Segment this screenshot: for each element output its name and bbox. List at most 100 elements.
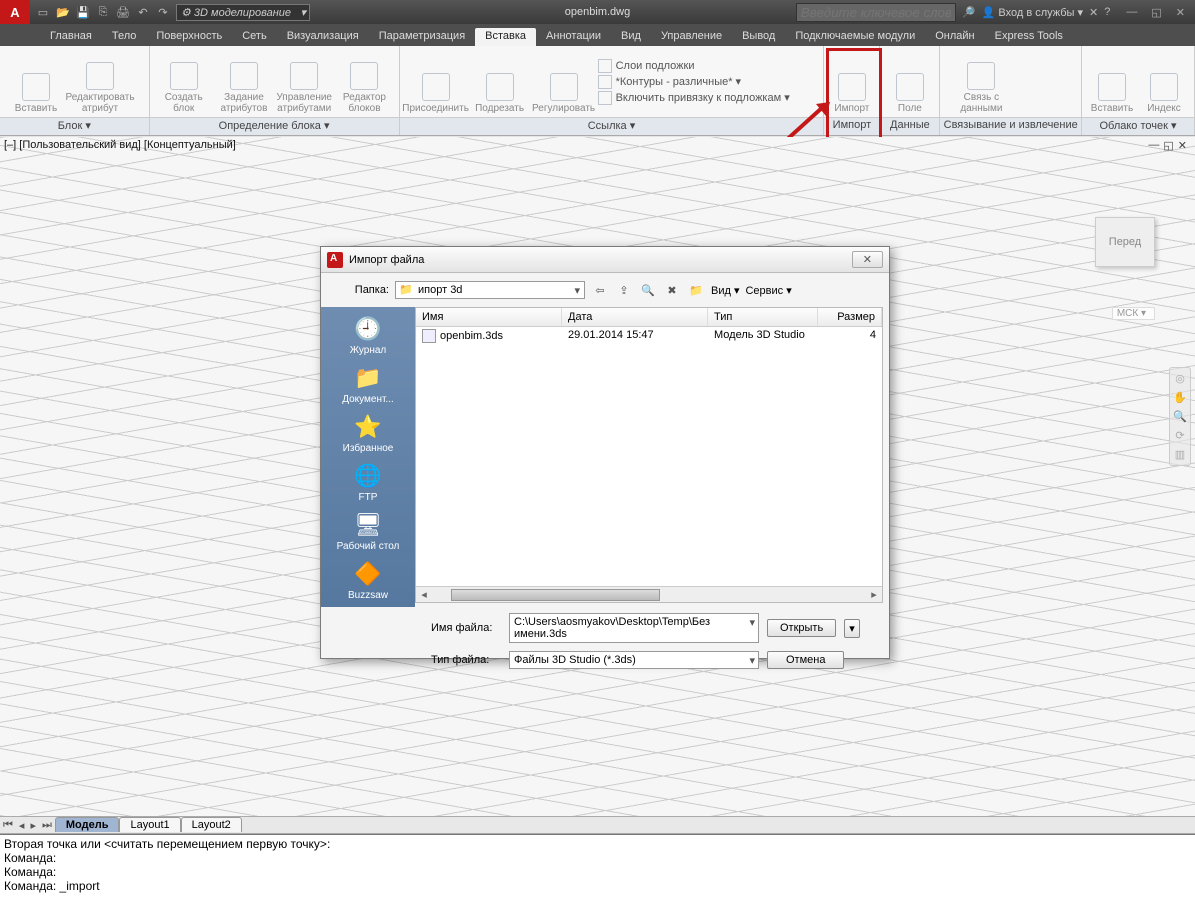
prev-tab-icon[interactable]: ◂ — [16, 819, 28, 832]
place-desktop[interactable]: 🖥Рабочий стол — [321, 509, 415, 554]
redo-icon[interactable]: ↷ — [154, 3, 172, 21]
layout-tab-2[interactable]: Layout2 — [181, 817, 242, 832]
place-favorites[interactable]: ⭐Избранное — [321, 411, 415, 456]
open-icon[interactable]: 📂 — [54, 3, 72, 21]
orbit-icon[interactable]: ⟳ — [1175, 429, 1184, 442]
back-icon[interactable]: ⇦ — [591, 281, 609, 299]
col-type[interactable]: Тип — [708, 308, 818, 326]
attach-button[interactable]: Присоединить — [406, 50, 466, 114]
panel-title-reference[interactable]: Ссылка ▾ — [400, 117, 824, 135]
manage-attr-button[interactable]: Управление атрибутами — [276, 50, 332, 114]
panel-title-import[interactable]: Импорт — [824, 117, 879, 135]
place-documents[interactable]: 📁Документ... — [321, 362, 415, 407]
tab-parametric[interactable]: Параметризация — [369, 28, 475, 46]
vp-max-icon[interactable]: ◱ — [1163, 139, 1173, 152]
adjust-button[interactable]: Регулировать — [534, 50, 594, 114]
pc-index-button[interactable]: Индекс — [1140, 50, 1188, 114]
workspace-selector[interactable]: ⚙ 3D моделирование — [176, 4, 310, 21]
infocenter-icon[interactable]: 🔎 — [962, 6, 976, 19]
data-link-button[interactable]: Связь с данными — [946, 50, 1016, 114]
col-name[interactable]: Имя — [416, 308, 562, 326]
tab-visualize[interactable]: Визуализация — [277, 28, 369, 46]
underlay-layers-button[interactable]: Слои подложки — [598, 59, 790, 73]
cancel-button[interactable]: Отмена — [767, 651, 844, 669]
save-icon[interactable]: 💾 — [74, 3, 92, 21]
command-line[interactable]: Вторая точка или <считать перемещением п… — [0, 834, 1195, 900]
delete-icon[interactable]: ✖ — [663, 281, 681, 299]
panel-title-data[interactable]: Данные — [880, 117, 939, 135]
tools-menu[interactable]: Сервис ▾ — [745, 284, 791, 297]
tab-annotate[interactable]: Аннотации — [536, 28, 611, 46]
ucs-selector[interactable]: МСК ▾ — [1112, 307, 1155, 320]
block-editor-button[interactable]: Редактор блоков — [336, 50, 392, 114]
tab-express[interactable]: Express Tools — [985, 28, 1073, 46]
print-icon[interactable]: 🖨 — [114, 3, 132, 21]
col-size[interactable]: Размер — [818, 308, 882, 326]
up-icon[interactable]: ⇪ — [615, 281, 633, 299]
folder-selector[interactable]: ипорт 3d — [395, 281, 585, 299]
zoom-icon[interactable]: 🔍 — [1173, 410, 1187, 423]
tab-home[interactable]: Главная — [40, 28, 102, 46]
tab-surface[interactable]: Поверхность — [146, 28, 232, 46]
first-tab-icon[interactable]: ⏮ — [0, 819, 16, 832]
tab-insert[interactable]: Вставка — [475, 28, 536, 46]
next-tab-icon[interactable]: ▸ — [27, 819, 39, 832]
pc-insert-button[interactable]: Вставить — [1088, 50, 1136, 114]
dialog-close-button[interactable]: ✕ — [852, 251, 883, 268]
filename-field[interactable]: C:\Users\aosmyakov\Desktop\Temp\Без имен… — [509, 613, 759, 643]
h-scrollbar[interactable]: ◂▸ — [416, 586, 882, 602]
tab-manage[interactable]: Управление — [651, 28, 732, 46]
app-menu-button[interactable]: A — [0, 0, 30, 24]
panel-title-pointcloud[interactable]: Облако точек ▾ — [1082, 117, 1194, 135]
signin-link[interactable]: 👤 Вход в службы ▾ — [982, 6, 1083, 19]
vp-min-icon[interactable]: — — [1148, 139, 1159, 152]
clip-button[interactable]: Подрезать — [470, 50, 530, 114]
edit-attribute-button[interactable]: Редактировать атрибут — [70, 50, 130, 114]
saveas-icon[interactable]: ⎘ — [94, 3, 112, 21]
exchange-icon[interactable]: ✕ — [1089, 6, 1098, 19]
place-ftp[interactable]: 🌐FTP — [321, 460, 415, 505]
viewcube[interactable]: Перед — [1095, 217, 1155, 267]
tab-mesh[interactable]: Сеть — [232, 28, 276, 46]
define-attr-button[interactable]: Задание атрибутов — [216, 50, 272, 114]
insert-block-button[interactable]: Вставить — [6, 50, 66, 114]
view-menu[interactable]: Вид ▾ — [711, 284, 739, 297]
search-web-icon[interactable]: 🔍 — [639, 281, 657, 299]
import-button[interactable]: Импорт — [830, 50, 873, 114]
close-icon[interactable]: ✕ — [1176, 6, 1185, 19]
pan-icon[interactable]: ✋ — [1173, 391, 1187, 404]
snap-underlay-button[interactable]: Включить привязку к подложкам ▾ — [598, 91, 790, 105]
new-folder-icon[interactable]: 📁 — [687, 281, 705, 299]
col-date[interactable]: Дата — [562, 308, 708, 326]
tab-plugins[interactable]: Подключаемые модули — [785, 28, 925, 46]
place-history[interactable]: 🕘Журнал — [321, 313, 415, 358]
vp-close-icon[interactable]: ✕ — [1178, 139, 1187, 152]
tab-view[interactable]: Вид — [611, 28, 651, 46]
undo-icon[interactable]: ↶ — [134, 3, 152, 21]
open-split-button[interactable]: ▾ — [844, 619, 860, 638]
panel-title-block[interactable]: Блок ▾ — [0, 117, 149, 135]
tab-online[interactable]: Онлайн — [925, 28, 984, 46]
showmotion-icon[interactable]: ▥ — [1175, 448, 1185, 461]
viewport-label[interactable]: [–] [Пользовательский вид] [Концептуальн… — [4, 139, 236, 151]
tab-output[interactable]: Вывод — [732, 28, 785, 46]
help-icon[interactable]: ? — [1104, 6, 1110, 18]
link-manager-icon[interactable] — [1020, 84, 1040, 104]
minimize-icon[interactable]: — — [1126, 6, 1137, 19]
field-button[interactable]: Поле — [886, 50, 933, 114]
layout-tab-1[interactable]: Layout1 — [119, 817, 180, 832]
layout-tab-model[interactable]: Модель — [55, 817, 120, 832]
place-buzzsaw[interactable]: 🔶Buzzsaw — [321, 558, 415, 603]
filetype-field[interactable]: Файлы 3D Studio (*.3ds) — [509, 651, 759, 669]
full-nav-wheel-icon[interactable]: ◎ — [1175, 372, 1185, 385]
create-block-button[interactable]: Создать блок — [156, 50, 212, 114]
frames-button[interactable]: *Контуры - различные* ▾ — [598, 75, 790, 89]
panel-title-linking[interactable]: Связывание и извлечение — [940, 117, 1081, 135]
last-tab-icon[interactable]: ⏭ — [39, 819, 55, 832]
panel-title-block-def[interactable]: Определение блока ▾ — [150, 117, 399, 135]
tab-solid[interactable]: Тело — [102, 28, 147, 46]
new-icon[interactable]: ▭ — [34, 3, 52, 21]
restore-icon[interactable]: ◱ — [1151, 6, 1161, 19]
extract-data-icon[interactable] — [1020, 60, 1040, 80]
open-button[interactable]: Открыть — [767, 619, 836, 637]
